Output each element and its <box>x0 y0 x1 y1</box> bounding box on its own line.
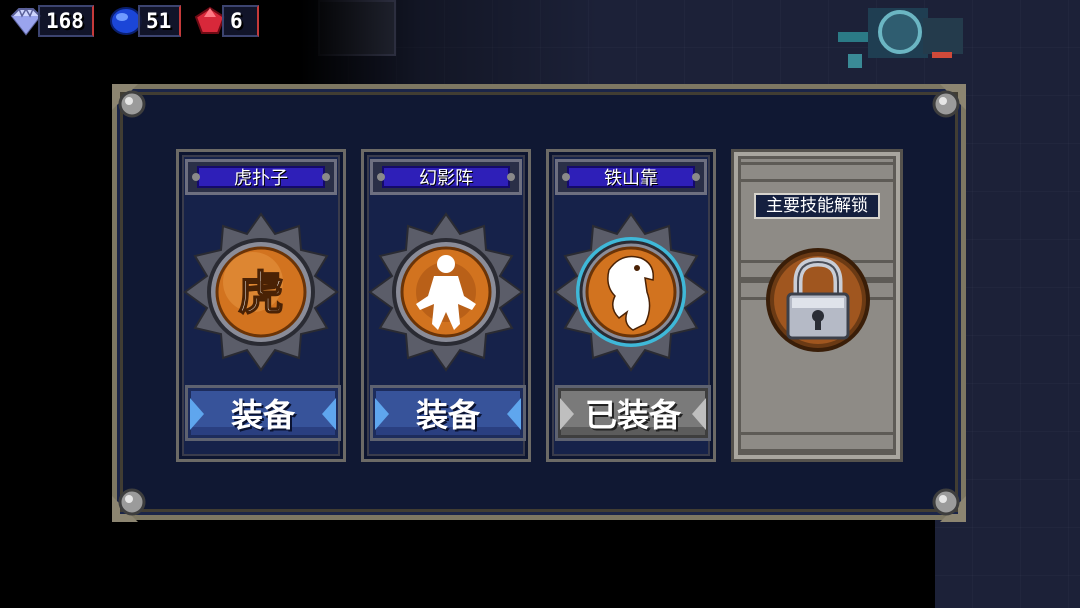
panel-corner-ornament <box>112 84 146 118</box>
equip-button-label: 装备 <box>415 396 480 434</box>
equip-button[interactable]: 装备 <box>185 385 341 441</box>
svg-text:虎: 虎 <box>238 266 284 320</box>
padlock-icon <box>766 248 870 352</box>
skill-name-plate: 铁山靠 <box>555 159 707 195</box>
arrow-right-icon <box>375 398 389 430</box>
sapphire-count: 51 <box>138 5 182 37</box>
panel-corner-ornament <box>932 488 966 522</box>
ruby-count: 6 <box>222 5 259 37</box>
ruby-counter: 6 <box>192 5 259 37</box>
panel-corner-ornament <box>932 84 966 118</box>
gem-counter: 168 <box>8 5 94 37</box>
skill-name: 铁山靠 <box>567 166 695 189</box>
ornament-band <box>740 162 894 182</box>
phantom-martial-artist-emblem-icon <box>368 212 524 372</box>
equipped-button[interactable]: 已装备 <box>555 385 711 441</box>
arrow-right-icon <box>560 398 574 430</box>
skill-name: 虎扑子 <box>197 166 325 189</box>
equipped-button-label: 已装备 <box>584 396 681 434</box>
arrow-left-icon <box>692 398 706 430</box>
equip-button-label: 装备 <box>230 396 295 434</box>
tiger-character-emblem-icon: 虎 <box>183 212 339 372</box>
skill-name-plate: 虎扑子 <box>185 159 337 195</box>
arrow-left-icon <box>322 398 336 430</box>
panel-corner-ornament <box>112 488 146 522</box>
arrow-right-icon <box>190 398 204 430</box>
skill-name: 幻影阵 <box>382 166 510 189</box>
equip-button[interactable]: 装备 <box>370 385 526 441</box>
gem-count: 168 <box>38 5 94 37</box>
skill-name-plate: 幻影阵 <box>370 159 522 195</box>
sapphire-counter: 51 <box>108 5 182 37</box>
background-shadow <box>0 520 935 608</box>
locked-skill-label: 主要技能解锁 <box>754 193 880 219</box>
arrow-left-icon <box>507 398 521 430</box>
iron-mountain-figure-emblem-icon <box>553 212 709 372</box>
ornament-band <box>740 432 894 452</box>
